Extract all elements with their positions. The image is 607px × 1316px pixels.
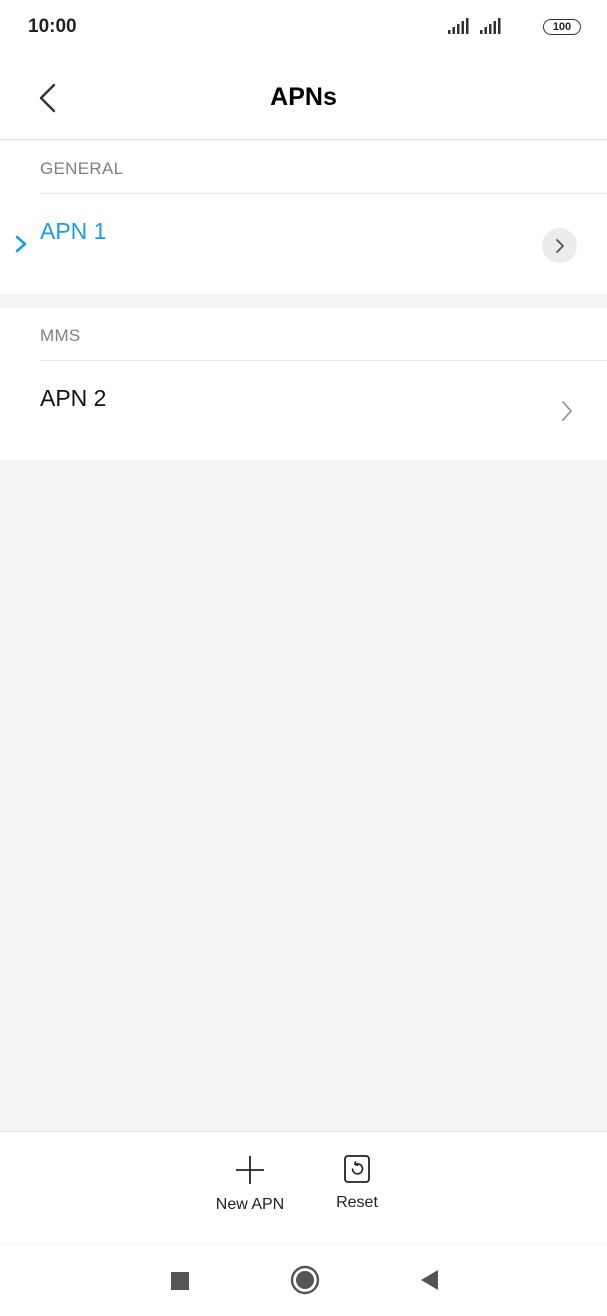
navigation-bar bbox=[0, 1244, 607, 1316]
apn-details-button[interactable] bbox=[542, 228, 577, 263]
section-general: GENERAL APN 1 bbox=[0, 141, 607, 294]
signal-icon bbox=[448, 18, 469, 34]
nav-back-button[interactable] bbox=[420, 1269, 440, 1291]
page-title: APNs bbox=[270, 83, 337, 111]
apn-name: APN 1 bbox=[40, 218, 107, 244]
new-apn-label: New APN bbox=[215, 1196, 285, 1213]
reset-label: Reset bbox=[336, 1194, 378, 1211]
status-time: 10:00 bbox=[28, 16, 77, 37]
apn-name: APN 2 bbox=[40, 385, 107, 411]
signal-icon bbox=[480, 18, 501, 34]
status-bar: 10:00 100 bbox=[0, 0, 607, 56]
app-header: APNs bbox=[0, 56, 607, 140]
battery-icon: 100 bbox=[543, 19, 581, 35]
reset-button[interactable]: Reset bbox=[322, 1154, 392, 1212]
chevron-right-icon bbox=[562, 401, 572, 421]
apn-list-item[interactable]: APN 2 bbox=[0, 361, 607, 461]
action-bar: New APN Reset bbox=[0, 1131, 607, 1243]
plus-icon bbox=[236, 1156, 264, 1184]
section-mms: MMS APN 2 bbox=[0, 308, 607, 460]
selected-indicator-icon bbox=[15, 235, 27, 253]
section-header: GENERAL bbox=[40, 159, 124, 178]
reset-icon bbox=[344, 1155, 370, 1183]
apn-list-item[interactable]: APN 1 bbox=[0, 194, 607, 294]
chevron-right-icon bbox=[555, 238, 564, 253]
new-apn-button[interactable]: New APN bbox=[208, 1154, 292, 1214]
battery-level: 100 bbox=[552, 21, 572, 33]
home-button[interactable] bbox=[290, 1265, 320, 1295]
section-header: MMS bbox=[40, 326, 81, 345]
recents-button[interactable] bbox=[171, 1272, 189, 1290]
